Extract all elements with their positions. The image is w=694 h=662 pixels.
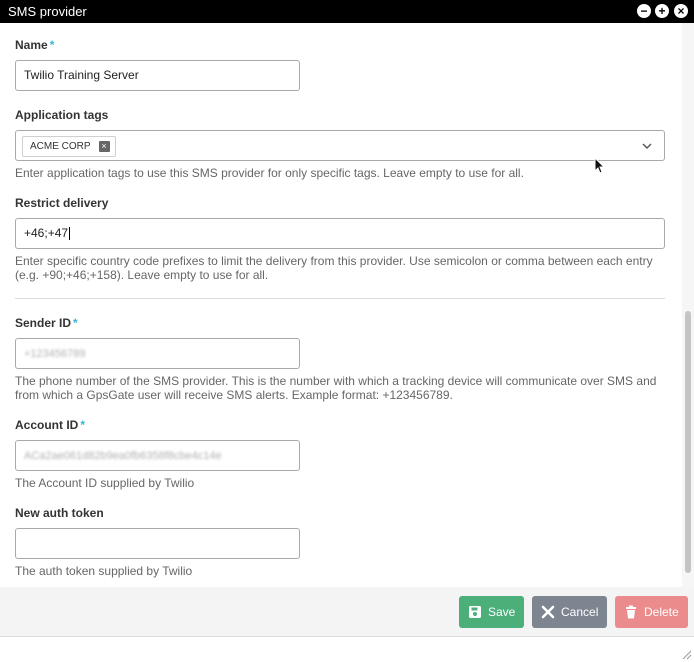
sender-id-value: +123456789	[24, 348, 86, 360]
resize-handle-icon[interactable]	[680, 648, 692, 660]
required-asterisk: *	[49, 38, 55, 52]
name-label-text: Name	[15, 38, 48, 52]
text-caret	[69, 227, 71, 241]
close-icon[interactable]: ×	[674, 4, 688, 18]
auth-token-help: The auth token supplied by Twilio	[15, 564, 193, 578]
tag-chip-label: ACME CORP	[30, 141, 91, 152]
account-id-label: Account ID *	[15, 418, 85, 432]
scrollbar-thumb[interactable]	[685, 311, 691, 573]
required-asterisk: *	[73, 316, 78, 330]
sender-id-input[interactable]: +123456789	[15, 338, 300, 369]
restrict-delivery-label: Restrict delivery	[15, 196, 109, 210]
application-tags-help: Enter application tags to use this SMS p…	[15, 166, 524, 180]
minimize-icon[interactable]: −	[637, 4, 651, 18]
name-input-value: Twilio Training Server	[24, 68, 139, 82]
account-id-help: The Account ID supplied by Twilio	[15, 476, 195, 490]
sender-id-help-line1: The phone number of the SMS provider. Th…	[15, 374, 657, 388]
dialog-body: Name * Twilio Training Server Application…	[0, 23, 682, 587]
sender-id-label-text: Sender ID	[15, 316, 72, 330]
mouse-cursor-icon	[594, 157, 606, 174]
maximize-icon[interactable]: +	[655, 4, 669, 18]
save-button[interactable]: Save	[459, 596, 524, 628]
cancel-button[interactable]: Cancel	[532, 596, 607, 628]
close-x-icon	[541, 605, 555, 619]
auth-token-input[interactable]	[15, 528, 300, 559]
account-id-label-text: Account ID	[15, 418, 79, 432]
floppy-disk-icon	[469, 606, 481, 618]
cancel-button-label: Cancel	[561, 605, 599, 619]
sender-id-help: The phone number of the SMS provider. Th…	[15, 374, 665, 402]
account-id-input[interactable]: ACa2ae061d82b9ea0fb6358f8cbe4c14e	[15, 440, 300, 471]
application-tags-label: Application tags	[15, 108, 109, 122]
sender-id-label: Sender ID *	[15, 316, 78, 330]
restrict-delivery-help: Enter specific country code prefixes to …	[15, 254, 665, 282]
auth-token-label: New auth token	[15, 506, 104, 520]
restrict-delivery-value: +46;+47	[24, 226, 69, 240]
delete-button-label: Delete	[644, 605, 679, 619]
dialog-title: SMS provider	[8, 4, 87, 19]
application-tags-select[interactable]: ACME CORP ×	[15, 130, 665, 161]
account-id-value: ACa2ae061d82b9ea0fb6358f8cbe4c14e	[24, 450, 222, 462]
name-input[interactable]: Twilio Training Server	[15, 60, 300, 91]
dialog-titlebar: SMS provider − + ×	[0, 0, 694, 23]
vertical-scrollbar[interactable]	[682, 23, 694, 587]
name-label: Name *	[15, 38, 54, 52]
required-asterisk: *	[80, 418, 86, 432]
sender-id-help-line2: from which a GpsGate user will receive S…	[15, 388, 453, 402]
tag-chip: ACME CORP ×	[22, 136, 116, 157]
restrict-delivery-help-line1: Enter specific country code prefixes to …	[15, 254, 653, 268]
remove-tag-icon[interactable]: ×	[98, 141, 110, 152]
trash-icon	[626, 605, 636, 619]
restrict-delivery-help-line2: (e.g. +90;+46;+158). Leave empty to use …	[15, 268, 269, 282]
restrict-delivery-input[interactable]: +46;+47	[15, 218, 665, 249]
section-divider	[15, 298, 665, 299]
dialog-footer: Save Cancel Delete	[0, 587, 694, 636]
save-button-label: Save	[488, 605, 516, 619]
chevron-down-icon[interactable]	[640, 139, 654, 153]
dialog-bottom-edge	[0, 636, 694, 662]
delete-button[interactable]: Delete	[615, 596, 688, 628]
